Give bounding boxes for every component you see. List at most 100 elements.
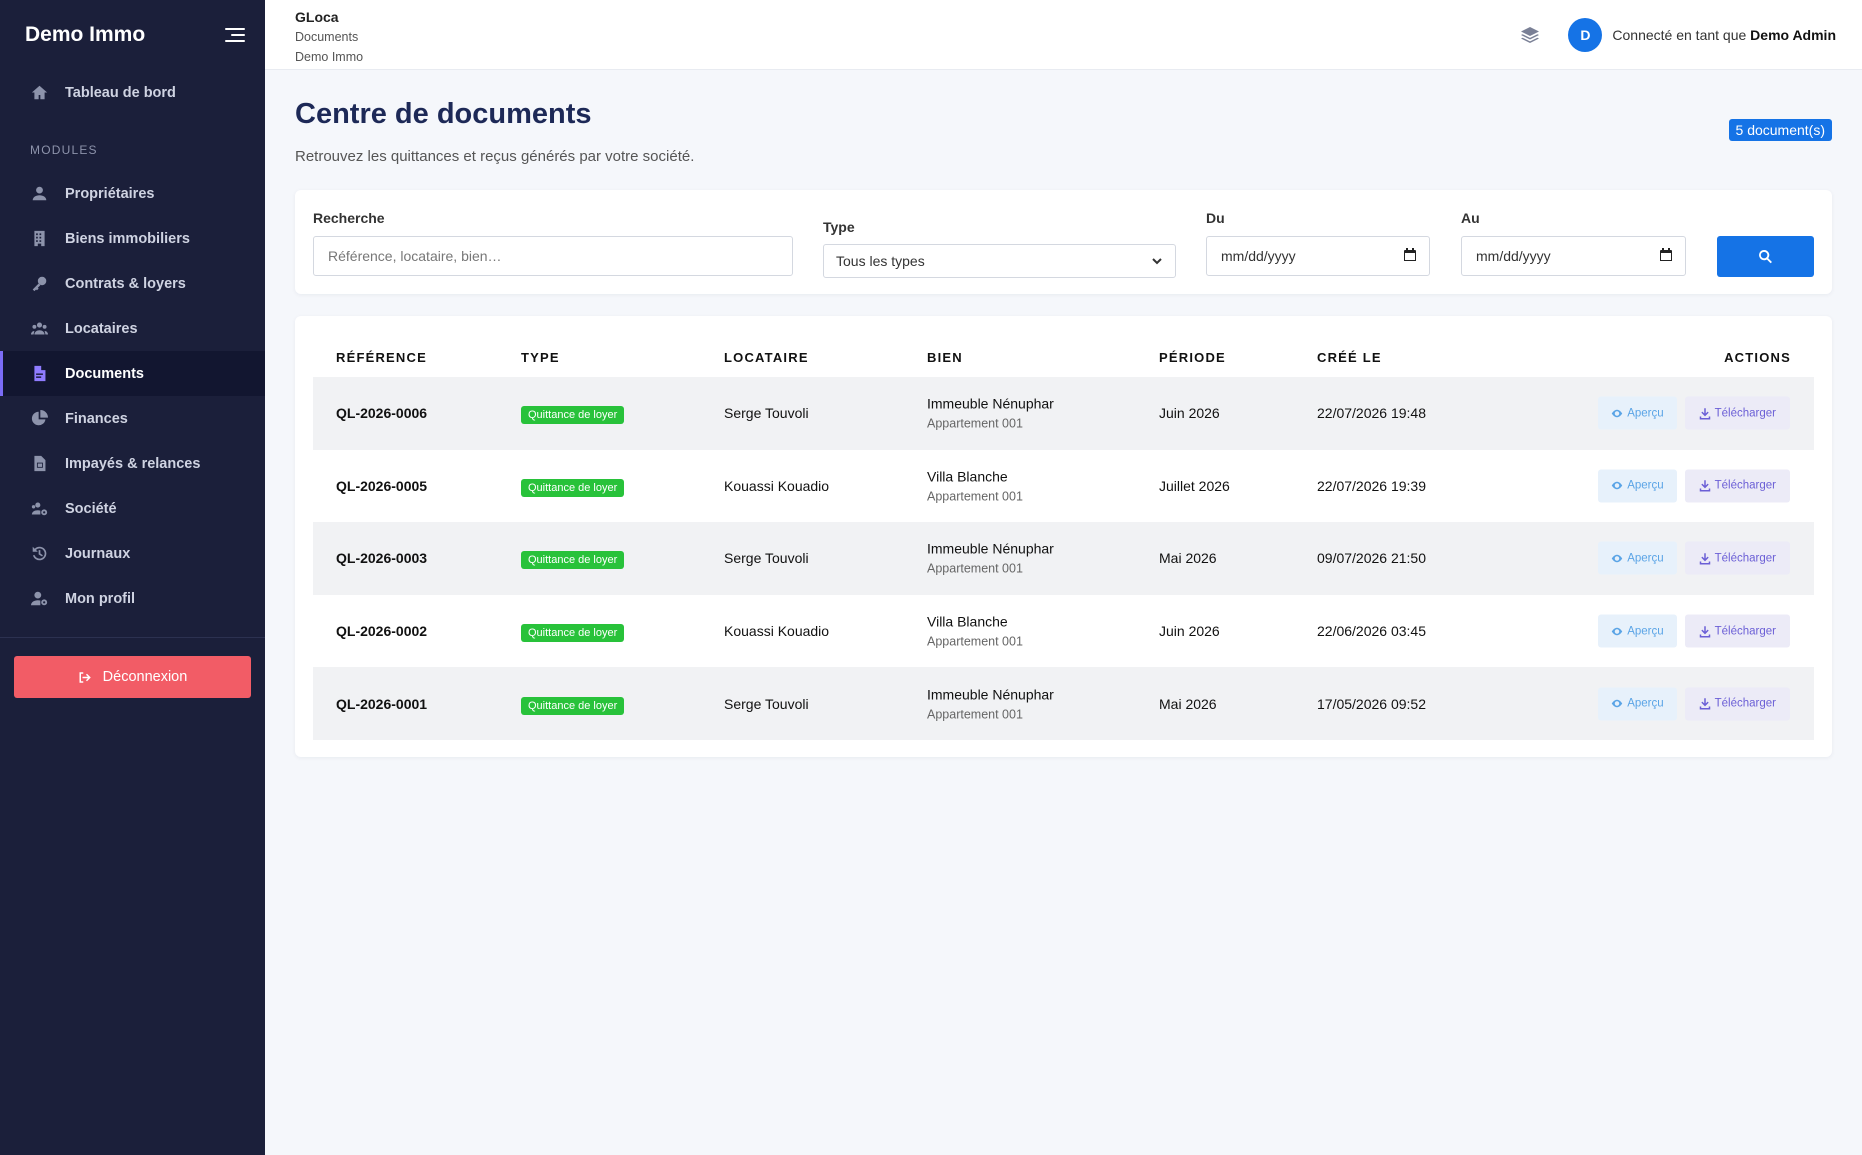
date-from-value: mm/dd/yyyy	[1221, 248, 1296, 264]
sidebar-item-locataires[interactable]: Locataires	[0, 306, 265, 351]
col-reference: RÉFÉRENCE	[336, 350, 427, 365]
property-name: Villa Blanche	[927, 468, 1008, 485]
home-icon	[29, 83, 49, 103]
preview-button[interactable]: Aperçu	[1598, 541, 1677, 575]
sidebar-section-label: MODULES	[30, 143, 98, 157]
user-cog-icon	[29, 589, 49, 609]
avatar[interactable]: D	[1568, 18, 1603, 52]
sidebar-item-label: Impayés & relances	[65, 455, 201, 472]
row-period: Mai 2026	[1159, 550, 1217, 567]
download-icon	[1699, 408, 1710, 420]
download-icon	[1699, 553, 1710, 565]
row-period: Juin 2026	[1159, 405, 1220, 422]
search-button[interactable]	[1717, 236, 1814, 277]
sidebar-item-documents[interactable]: Documents	[0, 351, 265, 396]
col-periode: PÉRIODE	[1159, 350, 1226, 365]
document-count-badge: 5 document(s)	[1728, 119, 1832, 141]
row-tenant: Kouassi Kouadio	[724, 477, 830, 494]
chevron-down-icon	[1152, 258, 1162, 265]
sidebar-item-dashboard[interactable]: Tableau de bord	[0, 70, 265, 115]
users-cog-icon	[29, 499, 49, 519]
sidebar-item-societe[interactable]: Société	[0, 486, 265, 531]
download-label: Télécharger	[1714, 697, 1776, 710]
row-actions: Aperçu Télécharger	[1598, 469, 1790, 503]
sidebar-item-impayes[interactable]: Impayés & relances	[0, 441, 265, 486]
row-created: 09/07/2026 21:50	[1317, 550, 1426, 567]
preview-button[interactable]: Aperçu	[1598, 469, 1677, 503]
row-created: 22/06/2026 03:45	[1317, 623, 1426, 640]
sidebar-item-biens[interactable]: Biens immobiliers	[0, 216, 265, 261]
row-property: Immeuble Nénuphar Appartement 001	[927, 396, 1054, 431]
row-property: Immeuble Nénuphar Appartement 001	[927, 541, 1054, 576]
documents-table: RÉFÉRENCE TYPE LOCATAIRE BIEN PÉRIODE CR…	[295, 316, 1832, 757]
search-input[interactable]	[313, 236, 793, 276]
date-from-input[interactable]: mm/dd/yyyy	[1206, 236, 1430, 276]
table-row: QL-2026-0001 Quittance de loyer Serge To…	[313, 667, 1814, 740]
menu-toggle-icon[interactable]	[219, 25, 245, 45]
download-icon	[1699, 698, 1710, 710]
sidebar-item-contrats[interactable]: Contrats & loyers	[0, 261, 265, 306]
pie-chart-icon	[29, 409, 49, 429]
user-icon	[29, 184, 49, 204]
file-invoice-icon	[29, 454, 49, 474]
sidebar-item-label: Contrats & loyers	[65, 275, 186, 292]
row-property: Villa Blanche Appartement 001	[927, 614, 1023, 649]
type-badge: Quittance de loyer	[521, 551, 625, 570]
calendar-icon	[1659, 247, 1673, 265]
row-reference: QL-2026-0001	[336, 695, 428, 712]
property-name: Villa Blanche	[927, 613, 1008, 630]
search-icon	[1759, 249, 1772, 264]
sidebar-item-journaux[interactable]: Journaux	[0, 531, 265, 576]
preview-button[interactable]: Aperçu	[1598, 396, 1677, 430]
type-label: Type	[823, 219, 855, 235]
sidebar-item-label: Biens immobiliers	[65, 230, 190, 247]
eye-icon	[1611, 554, 1623, 563]
property-unit: Appartement 001	[927, 561, 1023, 576]
table-row: QL-2026-0006 Quittance de loyer Serge To…	[313, 377, 1814, 450]
row-property: Immeuble Nénuphar Appartement 001	[927, 686, 1054, 721]
sidebar-brand: Demo Immo	[0, 0, 265, 70]
download-button[interactable]: Télécharger	[1684, 541, 1790, 575]
layers-icon[interactable]	[1520, 25, 1540, 45]
type-badge: Quittance de loyer	[521, 478, 625, 497]
row-tenant: Serge Touvoli	[724, 405, 809, 422]
sidebar-item-finances[interactable]: Finances	[0, 396, 265, 441]
eye-icon	[1611, 482, 1623, 490]
preview-label: Aperçu	[1627, 552, 1664, 565]
type-select[interactable]: Tous les types	[823, 244, 1176, 278]
table-header: RÉFÉRENCE TYPE LOCATAIRE BIEN PÉRIODE CR…	[313, 340, 1814, 380]
sidebar-item-label: Journaux	[65, 545, 131, 562]
preview-button[interactable]: Aperçu	[1598, 614, 1677, 648]
file-pdf-icon	[29, 364, 49, 384]
download-button[interactable]: Télécharger	[1684, 469, 1790, 503]
sidebar-item-proprietaires[interactable]: Propriétaires	[0, 171, 265, 216]
topbar: GLoca Documents Demo Immo D Connecté en …	[265, 0, 1862, 70]
download-button[interactable]: Télécharger	[1684, 614, 1790, 648]
property-unit: Appartement 001	[927, 416, 1023, 431]
date-to-input[interactable]: mm/dd/yyyy	[1461, 236, 1686, 276]
table-body: QL-2026-0006 Quittance de loyer Serge To…	[313, 377, 1814, 740]
breadcrumb-page: Documents	[295, 30, 359, 44]
history-icon	[29, 544, 49, 564]
preview-label: Aperçu	[1627, 625, 1664, 638]
type-select-value: Tous les types	[836, 253, 925, 269]
eye-icon	[1611, 699, 1623, 708]
preview-button[interactable]: Aperçu	[1598, 687, 1677, 721]
table-row: QL-2026-0002 Quittance de loyer Kouassi …	[313, 595, 1814, 668]
page-title: Centre de documents	[295, 98, 592, 130]
download-button[interactable]: Télécharger	[1684, 396, 1790, 430]
date-to-label: Au	[1461, 210, 1480, 226]
type-badge: Quittance de loyer	[521, 406, 625, 425]
download-button[interactable]: Télécharger	[1684, 687, 1790, 721]
logout-label: Déconnexion	[102, 669, 188, 685]
page-subtitle: Retrouvez les quittances et reçus généré…	[295, 148, 695, 165]
sidebar-item-label: Documents	[65, 365, 144, 382]
key-icon	[29, 274, 49, 294]
download-label: Télécharger	[1714, 552, 1776, 565]
user-name: Demo Admin	[1750, 27, 1836, 43]
download-label: Télécharger	[1714, 407, 1776, 420]
logout-button[interactable]: Déconnexion	[14, 656, 251, 698]
col-locataire: LOCATAIRE	[724, 350, 809, 365]
breadcrumb: GLoca Documents Demo Immo	[295, 7, 363, 67]
sidebar-item-profil[interactable]: Mon profil	[0, 576, 265, 621]
